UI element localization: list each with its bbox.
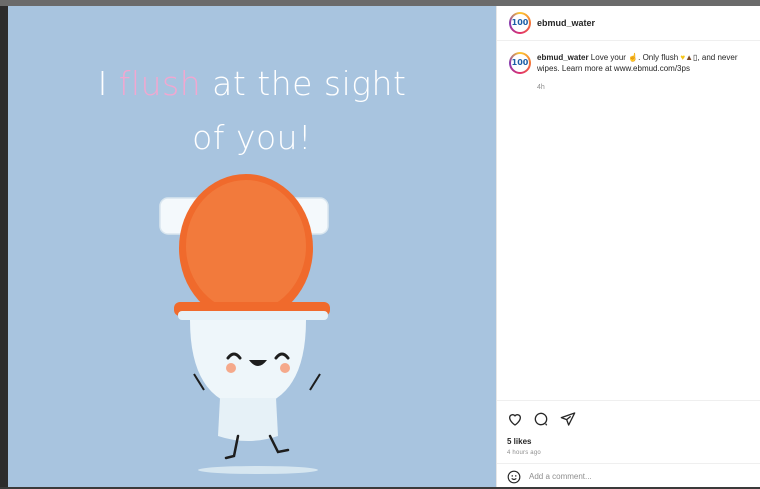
poop-emoji-icon: ▲ — [685, 53, 694, 62]
header-username[interactable]: ebmud_water — [537, 18, 595, 28]
hand-emoji-icon: ☝ — [628, 53, 639, 62]
comment-time: 4h — [537, 84, 545, 91]
action-bar: 5 likes 4 hours ago — [497, 400, 760, 488]
add-comment-bar — [497, 463, 760, 489]
comment-text: ebmud_water Love your ☝. Only flush ♥▲▯,… — [537, 53, 738, 73]
add-comment-input[interactable] — [529, 469, 729, 483]
post-dialog: I flush at the sight of you! 100 ebmud_w… — [8, 6, 760, 487]
avatar[interactable]: 100 — [509, 12, 531, 34]
post-image[interactable]: I flush at the sight of you! — [8, 6, 496, 487]
emoji-icon[interactable] — [507, 470, 521, 484]
heart-icon[interactable] — [507, 411, 523, 427]
avatar-logo: 100 — [511, 14, 529, 32]
share-icon[interactable] — [560, 411, 576, 427]
comment-avatar-logo: 100 — [511, 54, 529, 72]
like-count[interactable]: 5 likes — [507, 437, 531, 446]
comment-username[interactable]: ebmud_water — [537, 53, 589, 62]
post-sidebar: 100 ebmud_water 100 ebmud_water Love you… — [496, 6, 760, 487]
action-icons — [507, 411, 582, 427]
toilet-illustration — [159, 174, 330, 474]
comment-avatar[interactable]: 100 — [509, 52, 531, 74]
comment-icon[interactable] — [533, 411, 549, 427]
comment-text-line2: wipes. Learn more at www.ebmud.com/3ps — [537, 64, 690, 73]
post-header: 100 ebmud_water — [497, 6, 760, 41]
post-time: 4 hours ago — [507, 450, 541, 456]
